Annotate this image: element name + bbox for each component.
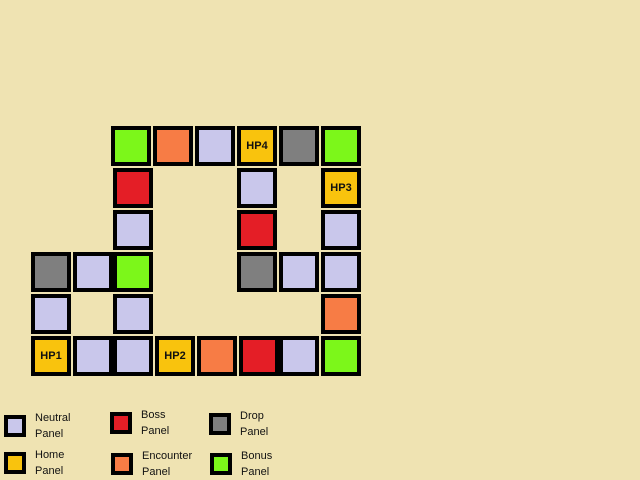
legend-neutral-swatch [4,415,26,437]
legend-encounter: Encounter Panel [111,448,192,480]
legend-encounter-swatch [111,453,133,475]
legend-boss: Boss Panel [110,407,169,439]
legend-neutral-label: Neutral Panel [35,412,71,440]
legend-drop-swatch [209,413,231,435]
tile-neutral [279,336,319,376]
tile-hp2: HP2 [155,336,195,376]
tile-neutral [321,252,361,292]
tile-neutral [73,336,113,376]
tile-neutral [113,294,153,334]
tile-bonus [321,336,361,376]
tile-boss [237,210,277,250]
legend-boss-swatch [110,412,132,434]
legend-bonus: Bonus Panel [210,448,272,480]
tile-encounter [321,294,361,334]
legend-home: Home Panel [4,447,64,479]
tile-boss [239,336,279,376]
game-board: HP4 HP3 HP1 HP2 [0,0,640,480]
tile-hp4: HP4 [237,126,277,166]
tile-neutral [321,210,361,250]
tile-neutral [237,168,277,208]
tile-encounter [153,126,193,166]
tile-bonus [321,126,361,166]
tile-encounter [197,336,237,376]
tile-neutral [31,294,71,334]
tile-bonus [113,252,153,292]
legend-drop: Drop Panel [209,408,268,440]
legend-neutral: Neutral Panel [4,410,70,442]
legend-home-swatch [4,452,26,474]
legend-bonus-swatch [210,453,232,475]
tile-neutral [113,210,153,250]
tile-neutral [73,252,113,292]
tile-bonus [111,126,151,166]
legend-drop-label: Drop Panel [240,410,269,438]
legend-bonus-label: Bonus Panel [241,450,273,478]
legend-home-label: Home Panel [35,449,65,477]
tile-boss [113,168,153,208]
legend-boss-label: Boss Panel [141,409,170,437]
tile-hp1: HP1 [31,336,71,376]
tile-drop [237,252,277,292]
tile-neutral [279,252,319,292]
tile-neutral [195,126,235,166]
tile-drop [279,126,319,166]
legend-encounter-label: Encounter Panel [142,450,193,478]
tile-hp3: HP3 [321,168,361,208]
tile-drop [31,252,71,292]
tile-neutral [113,336,153,376]
